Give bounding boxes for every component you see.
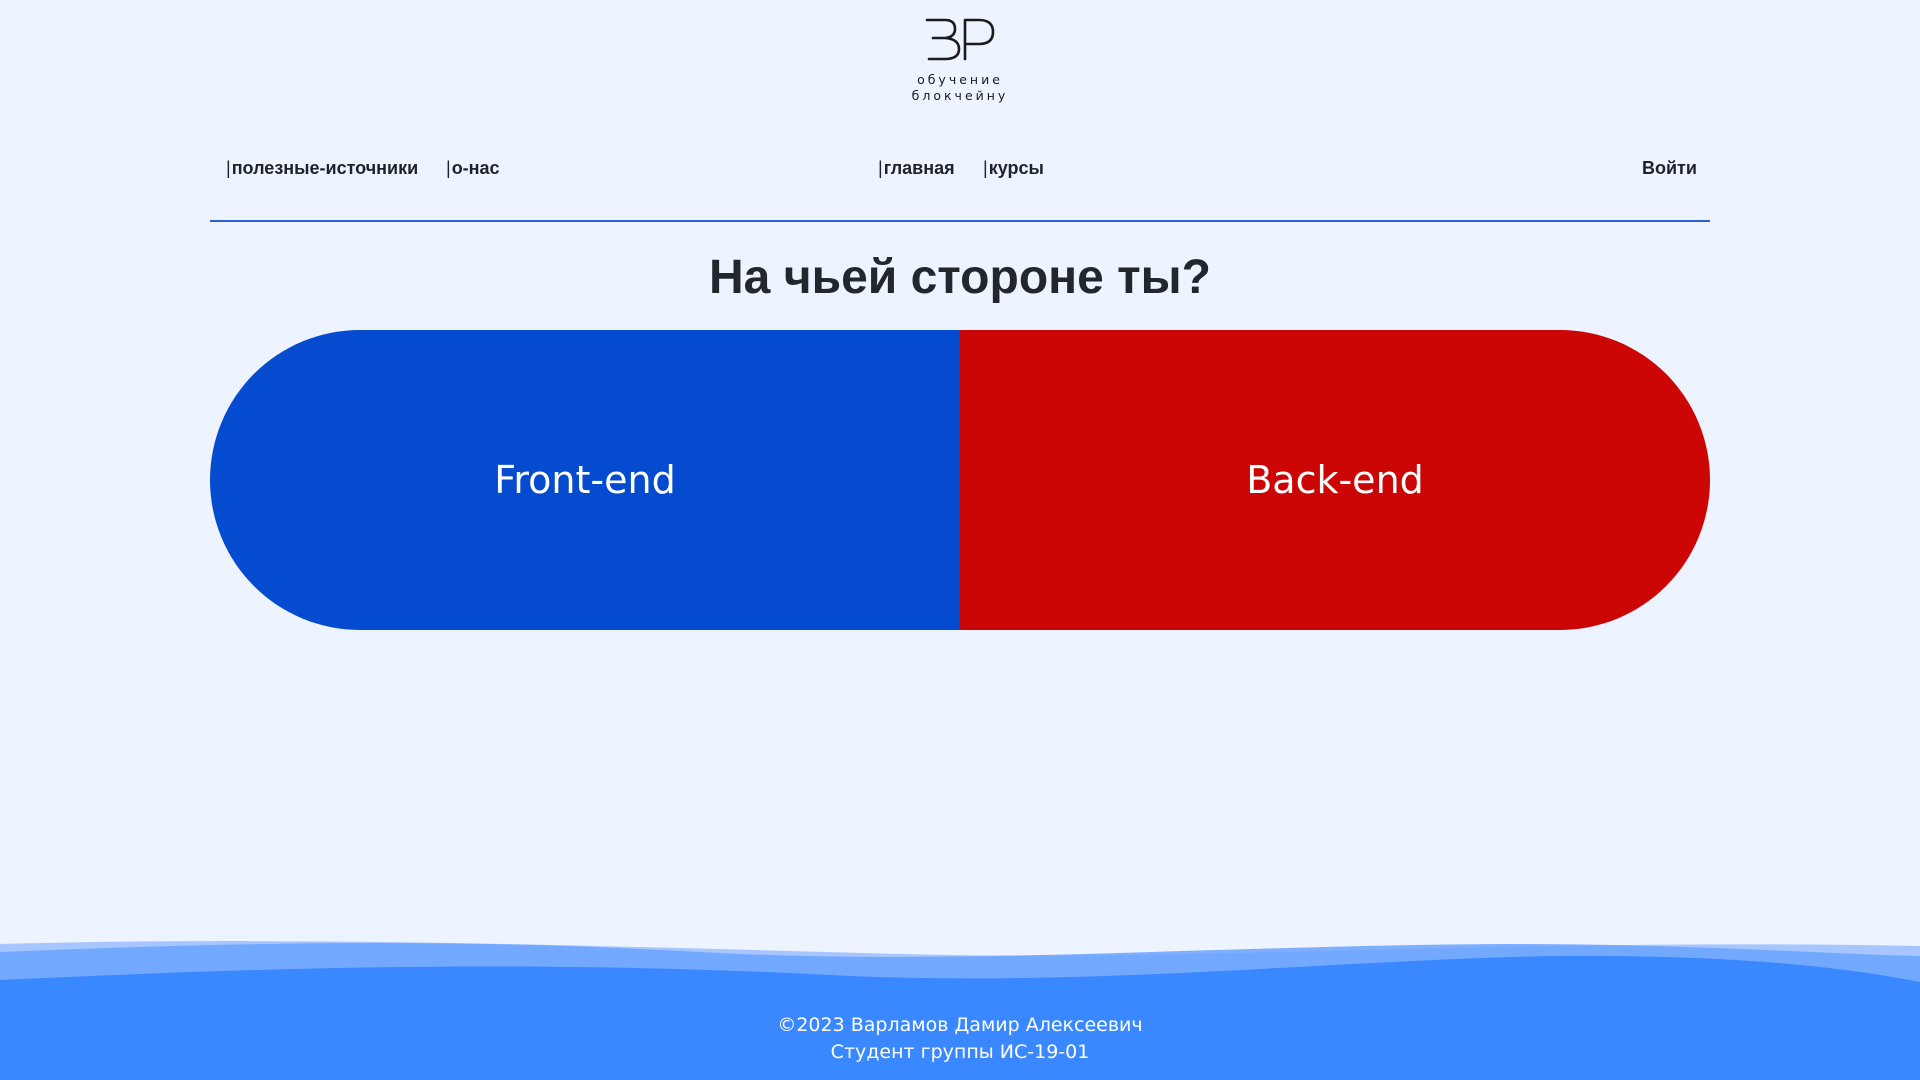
logo-caption-line1: обучение <box>917 72 1003 87</box>
nav-separator: | <box>878 158 883 178</box>
nav-link-label: о-нас <box>451 158 500 178</box>
nav-separator: | <box>226 158 231 178</box>
back-end-button[interactable]: Back-end <box>960 330 1710 630</box>
front-end-label: Front-end <box>494 458 676 502</box>
nav-link-label: полезные-источники <box>231 158 419 178</box>
front-end-button[interactable]: Front-end <box>210 330 960 630</box>
logo-mark-icon <box>925 18 995 61</box>
header-divider <box>210 220 1710 222</box>
logo-caption-line2: блокчейну <box>911 88 1009 103</box>
nav-link-courses[interactable]: |курсы <box>983 158 1044 182</box>
nav-link-label: главная <box>883 158 955 178</box>
nav-separator: | <box>446 158 451 178</box>
side-choice-pill: Front-end Back-end <box>210 330 1710 630</box>
footer-copyright: ©2023 Варламов Дамир Алексеевич <box>777 1014 1143 1036</box>
back-end-label: Back-end <box>1246 458 1424 502</box>
nav-link-about[interactable]: |о-нас <box>446 158 500 182</box>
nav-link-label: курсы <box>988 158 1044 178</box>
nav-link-home[interactable]: |главная <box>878 158 955 182</box>
login-button[interactable]: Войти <box>1642 158 1697 182</box>
nav-separator: | <box>983 158 988 178</box>
footer-text: ©2023 Варламов Дамир Алексеевич Студент … <box>0 1012 1920 1066</box>
site-logo[interactable]: обучение блокчейну <box>900 14 1020 114</box>
page-title: На чьей стороне ты? <box>709 251 1211 304</box>
nav-link-useful-sources[interactable]: |полезные-источники <box>226 158 418 182</box>
footer-group: Студент группы ИС-19-01 <box>830 1041 1090 1063</box>
logo-caption: обучение блокчейну <box>900 72 1020 104</box>
